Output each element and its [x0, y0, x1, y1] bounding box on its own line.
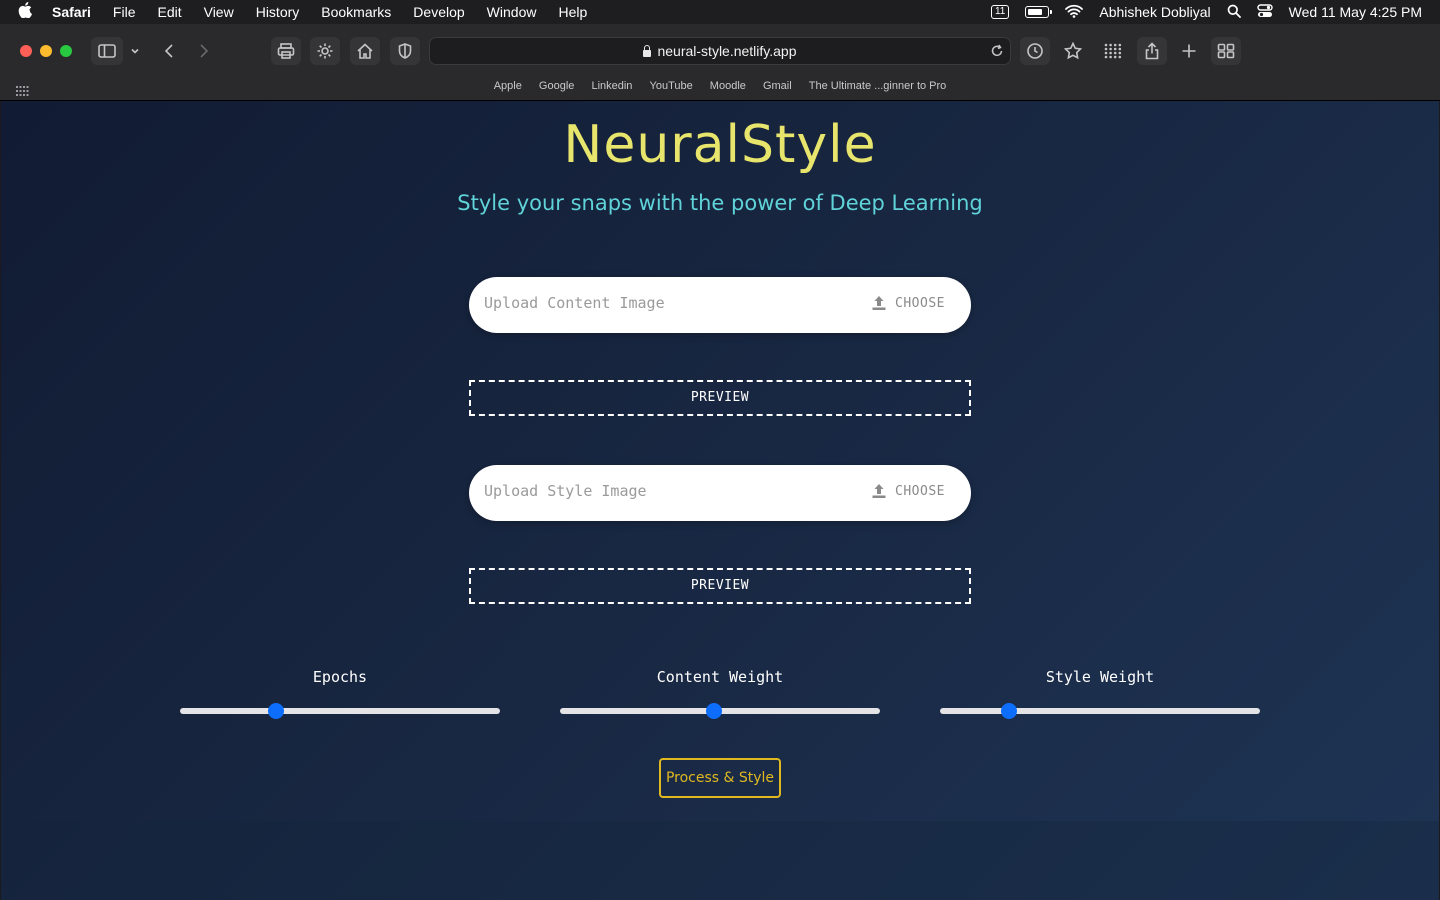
bookmark-google[interactable]: Google: [539, 80, 574, 92]
content-weight-slider-knob[interactable]: [705, 703, 722, 719]
upload-icon: [872, 484, 886, 498]
menu-view[interactable]: View: [204, 4, 234, 20]
style-upload-placeholder: Upload Style Image: [484, 482, 647, 500]
spotlight-search-icon[interactable]: [1227, 4, 1241, 21]
epochs-slider-group: Epochs: [180, 667, 500, 719]
privacy-shield-icon[interactable]: [390, 37, 420, 65]
share-icon[interactable]: [1137, 37, 1167, 65]
browser-toolbar: neural-style.netlify.app Apple Google Li…: [0, 24, 1440, 101]
epochs-slider-knob[interactable]: [268, 703, 284, 719]
menu-help[interactable]: Help: [558, 4, 587, 20]
bookmark-ultimate-guide[interactable]: The Ultimate ...ginner to Pro: [809, 80, 947, 92]
content-choose-label: CHOOSE: [895, 295, 945, 311]
menu-edit[interactable]: Edit: [157, 4, 181, 20]
menu-window[interactable]: Window: [487, 4, 537, 20]
menu-bar: Safari File Edit View History Bookmarks …: [0, 0, 1440, 24]
address-bar[interactable]: neural-style.netlify.app: [429, 37, 1011, 65]
content-weight-label: Content Weight: [656, 668, 784, 686]
lock-icon: [643, 45, 652, 57]
bookmark-apple[interactable]: Apple: [494, 80, 522, 92]
new-tab-plus-icon[interactable]: [1174, 37, 1204, 65]
minimize-window-button[interactable]: [40, 45, 52, 57]
extensions-grid-icon[interactable]: [1098, 37, 1128, 65]
bookmark-moodle[interactable]: Moodle: [710, 80, 746, 92]
style-weight-slider-group: Style Weight: [940, 667, 1260, 719]
content-upload-placeholder: Upload Content Image: [484, 294, 665, 312]
reload-icon[interactable]: [990, 43, 1004, 62]
menu-develop[interactable]: Develop: [413, 4, 464, 20]
content-weight-slider[interactable]: [560, 703, 880, 719]
clock[interactable]: Wed 11 May 4:25 PM: [1289, 4, 1422, 20]
bookmark-gmail[interactable]: Gmail: [763, 80, 792, 92]
epochs-label: Epochs: [312, 668, 368, 686]
style-choose-label: CHOOSE: [895, 483, 945, 499]
content-preview-button[interactable]: PREVIEW: [469, 380, 971, 416]
page-title: NeuralStyle: [563, 115, 877, 175]
style-weight-slider[interactable]: [940, 703, 1260, 719]
history-clock-icon[interactable]: [1020, 37, 1050, 65]
notification-count-badge[interactable]: 11: [990, 5, 1010, 19]
app-name-menu[interactable]: Safari: [52, 4, 91, 20]
close-window-button[interactable]: [20, 45, 32, 57]
user-name[interactable]: Abhishek Dobliyal: [1099, 4, 1210, 20]
bookmark-star-icon[interactable]: [1058, 37, 1088, 65]
style-weight-label: Style Weight: [1045, 668, 1155, 686]
page-subtitle: Style your snaps with the power of Deep …: [457, 191, 983, 215]
forward-chevron-icon[interactable]: [190, 37, 218, 65]
upload-icon: [872, 296, 886, 310]
battery-icon[interactable]: [1025, 6, 1053, 18]
wifi-icon[interactable]: [1065, 4, 1084, 21]
page-content: NeuralStyle Style your snaps with the po…: [1, 101, 1439, 900]
bookmark-youtube[interactable]: YouTube: [650, 80, 693, 92]
bookmark-linkedin[interactable]: Linkedin: [591, 80, 632, 92]
process-style-button[interactable]: Process & Style: [659, 758, 781, 798]
sidebar-toggle-icon[interactable]: [91, 37, 123, 65]
apple-menu-icon[interactable]: [18, 2, 32, 22]
menu-bookmarks[interactable]: Bookmarks: [321, 4, 391, 20]
print-icon[interactable]: [271, 37, 301, 65]
content-image-upload-field[interactable]: Upload Content Image CHOOSE: [469, 277, 971, 333]
control-center-icon[interactable]: [1256, 3, 1273, 21]
epochs-slider[interactable]: [180, 703, 500, 719]
style-preview-button[interactable]: PREVIEW: [469, 568, 971, 604]
sidebar-dropdown-chevron-icon[interactable]: [125, 37, 145, 65]
menu-file[interactable]: File: [113, 4, 136, 20]
content-weight-slider-group: Content Weight: [560, 667, 880, 719]
back-chevron-icon[interactable]: [155, 37, 183, 65]
content-choose-button[interactable]: CHOOSE: [871, 277, 945, 329]
menu-history[interactable]: History: [256, 4, 300, 20]
tab-overview-icon[interactable]: [1211, 37, 1241, 65]
url-text: neural-style.netlify.app: [657, 43, 797, 59]
style-image-upload-field[interactable]: Upload Style Image CHOOSE: [469, 465, 971, 521]
style-weight-slider-knob[interactable]: [1000, 703, 1017, 719]
fullscreen-window-button[interactable]: [60, 45, 72, 57]
home-icon[interactable]: [350, 37, 380, 65]
settings-gear-icon[interactable]: [310, 37, 340, 65]
bookmarks-bar: Apple Google Linkedin YouTube Moodle Gma…: [0, 77, 1440, 95]
style-choose-button[interactable]: CHOOSE: [871, 465, 945, 517]
